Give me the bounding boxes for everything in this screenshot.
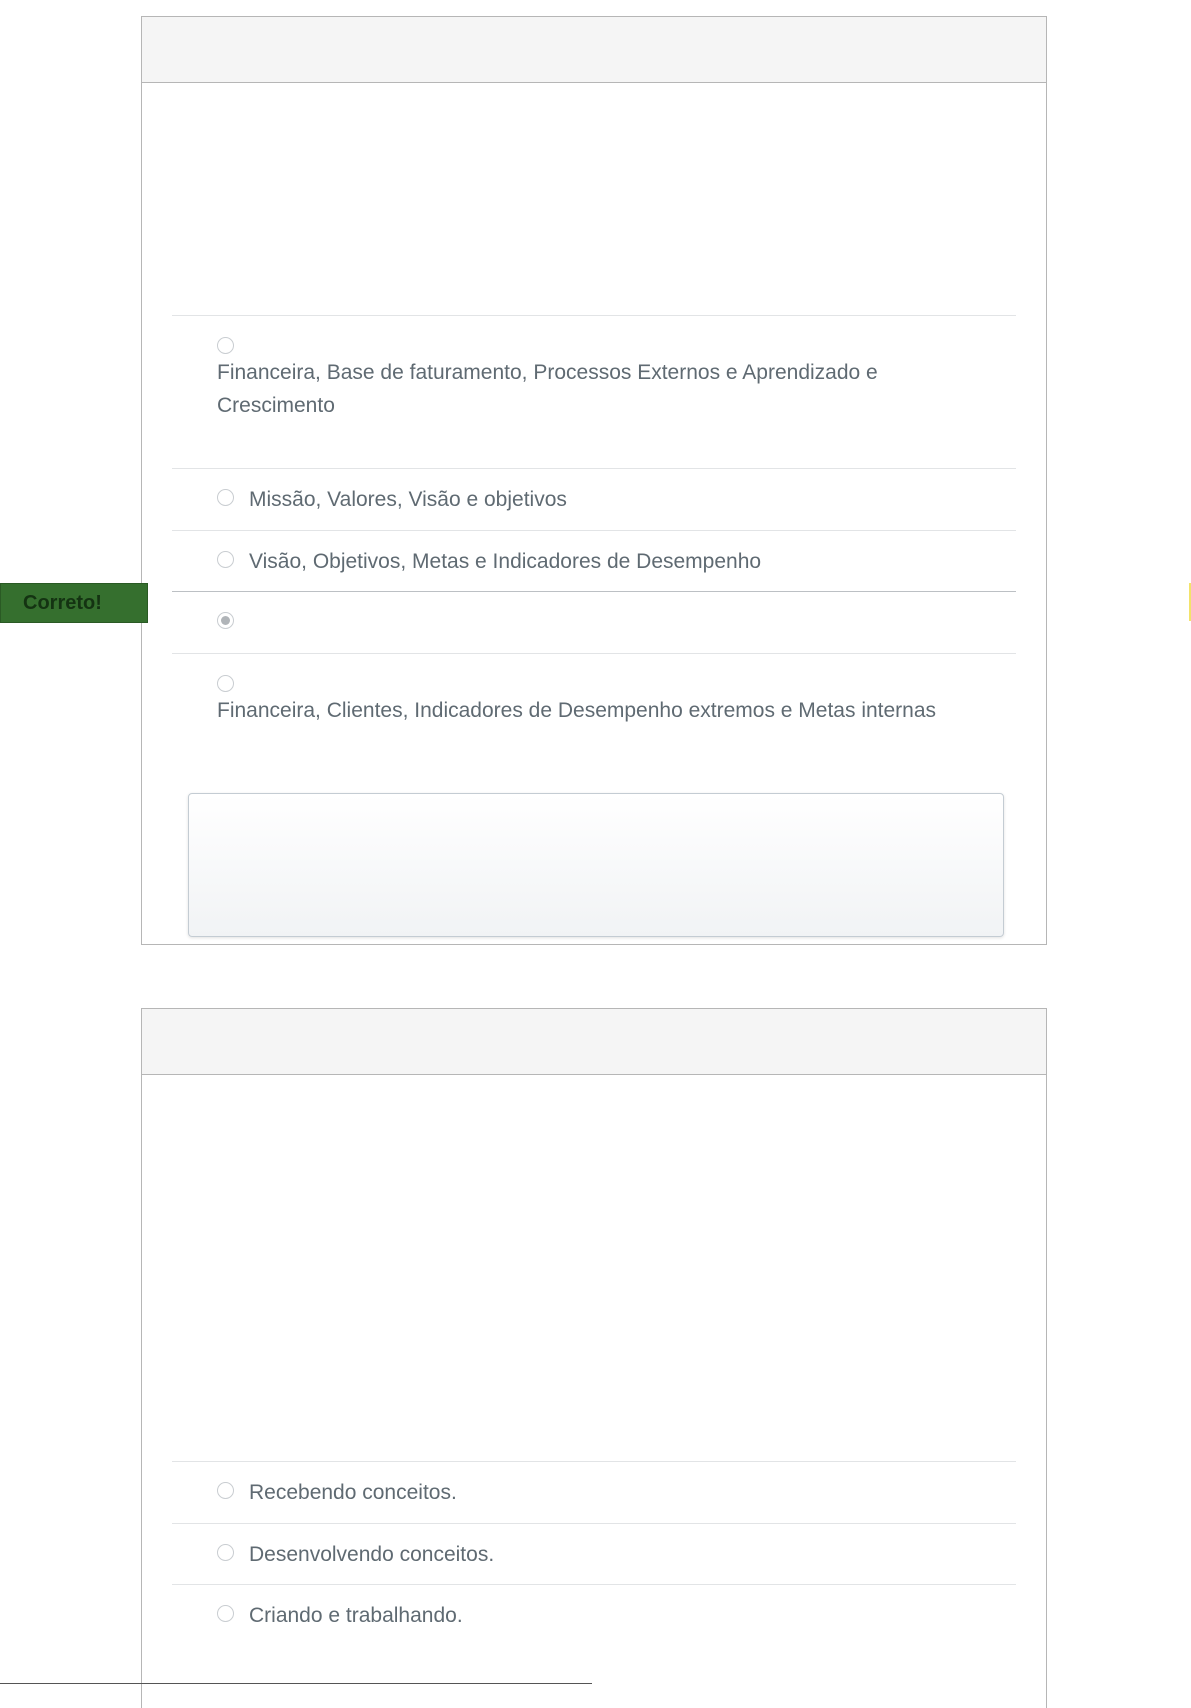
- radio-button-icon[interactable]: [217, 1482, 234, 1499]
- answer-list: Recebendo conceitos. Desenvolvendo conce…: [172, 1461, 1016, 1646]
- radio-button-icon[interactable]: [217, 1605, 234, 1622]
- radio-button-icon[interactable]: [217, 337, 234, 354]
- question-header: [142, 17, 1046, 83]
- answer-text: Visão, Objetivos, Metas e Indicadores de…: [249, 550, 762, 573]
- answer-option[interactable]: Desenvolvendo conceitos.: [172, 1523, 1016, 1584]
- answer-text: Recebendo conceitos.: [249, 1481, 457, 1504]
- answer-option[interactable]: Criando e trabalhando.: [172, 1584, 1016, 1646]
- comment-box: [188, 793, 1004, 937]
- answer-text: Financeira, Base de faturamento, Process…: [217, 361, 878, 417]
- answer-option[interactable]: Recebendo conceitos.: [172, 1461, 1016, 1523]
- radio-button-icon[interactable]: [217, 675, 234, 692]
- question-header: [142, 1009, 1046, 1075]
- answer-text: Missão, Valores, Visão e objetivos: [249, 488, 567, 511]
- answer-text: Criando e trabalhando.: [249, 1604, 463, 1627]
- answer-text: Financeira, Clientes, Indicadores de Des…: [217, 699, 937, 722]
- answer-option-selected[interactable]: [172, 591, 1016, 653]
- radio-button-selected-icon[interactable]: [217, 612, 234, 629]
- correct-answer-flag: Correto!: [0, 583, 148, 623]
- radio-button-icon[interactable]: [217, 1544, 234, 1561]
- answer-text: Desenvolvendo conceitos.: [249, 1543, 495, 1566]
- question-card-2: Recebendo conceitos. Desenvolvendo conce…: [141, 1008, 1047, 1708]
- answer-option[interactable]: Missão, Valores, Visão e objetivos: [172, 468, 1016, 530]
- radio-button-icon[interactable]: [217, 551, 234, 568]
- answer-option[interactable]: Financeira, Clientes, Indicadores de Des…: [172, 653, 1016, 743]
- question-card-1: Financeira, Base de faturamento, Process…: [141, 16, 1047, 945]
- answer-list: Financeira, Base de faturamento, Process…: [172, 315, 1016, 743]
- footer-divider: [0, 1683, 592, 1684]
- radio-button-icon[interactable]: [217, 489, 234, 506]
- answer-option[interactable]: Financeira, Base de faturamento, Process…: [172, 315, 1016, 468]
- answer-option[interactable]: Visão, Objetivos, Metas e Indicadores de…: [172, 530, 1016, 591]
